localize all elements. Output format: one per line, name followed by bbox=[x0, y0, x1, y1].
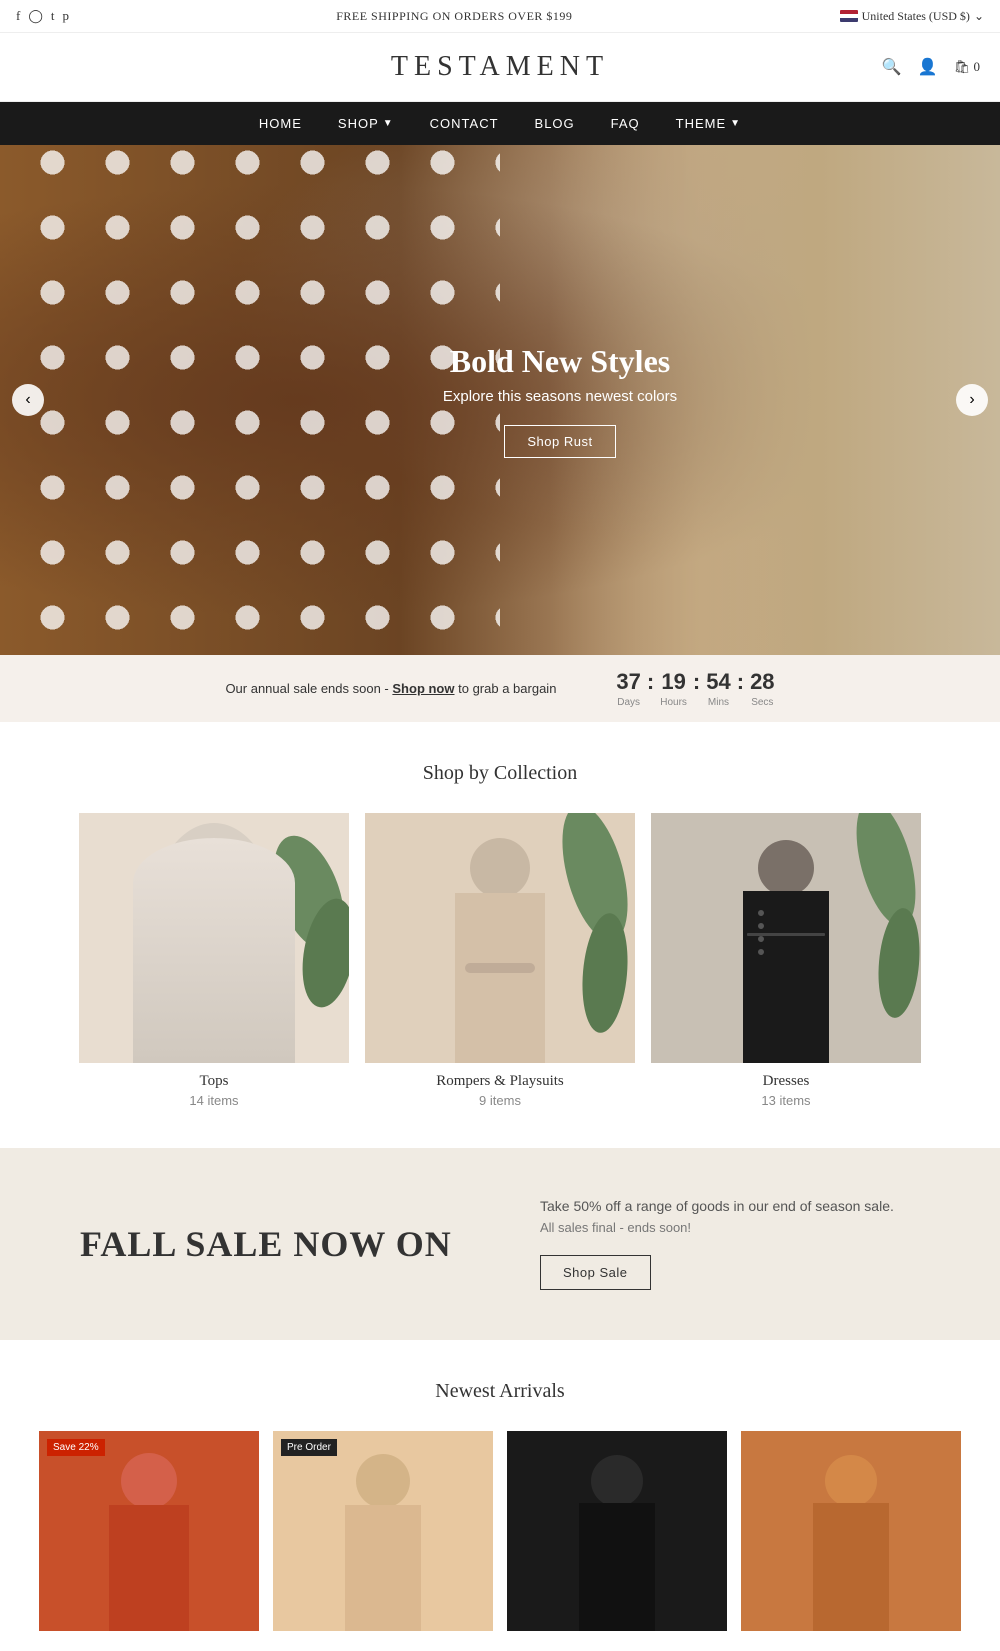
collection-image-dresses bbox=[651, 813, 921, 1063]
collection-image-rompers bbox=[365, 813, 635, 1063]
product-badge-sale-1: Save 22% bbox=[47, 1439, 105, 1456]
hero-next-button[interactable]: › bbox=[956, 384, 988, 416]
newest-arrivals-section: Newest Arrivals Save 22% bbox=[0, 1340, 1000, 1651]
fall-sale-right: Take 50% off a range of goods in our end… bbox=[540, 1198, 920, 1290]
product-card-4[interactable] bbox=[741, 1431, 961, 1631]
collection-count-tops: 14 items bbox=[79, 1093, 349, 1108]
product-card-3[interactable] bbox=[507, 1431, 727, 1631]
instagram-icon[interactable]: ◯ bbox=[28, 8, 43, 24]
flag-icon bbox=[840, 10, 858, 22]
nav-blog[interactable]: BLOG bbox=[535, 102, 575, 145]
hero-title: Bold New Styles bbox=[443, 343, 677, 380]
fall-sale-title: FALL SALE NOW ON bbox=[80, 1223, 460, 1265]
collection-item-dresses[interactable]: Dresses 13 items bbox=[651, 813, 921, 1108]
fall-sale-banner: FALL SALE NOW ON Take 50% off a range of… bbox=[0, 1148, 1000, 1340]
collection-image-tops bbox=[79, 813, 349, 1063]
header-icons: 🔍 👤 🛍 0 bbox=[882, 57, 980, 77]
product-image-2 bbox=[273, 1431, 493, 1631]
hero-content: Bold New Styles Explore this seasons new… bbox=[443, 343, 677, 458]
country-label: United States (USD $) bbox=[862, 9, 970, 24]
cart-count: 0 bbox=[974, 59, 981, 74]
site-logo[interactable]: TESTAMENT bbox=[391, 51, 609, 83]
account-icon[interactable]: 👤 bbox=[918, 57, 938, 77]
nav-contact[interactable]: CONTACT bbox=[430, 102, 499, 145]
fall-sale-description: Take 50% off a range of goods in our end… bbox=[540, 1198, 920, 1214]
product-badge-preorder-2: Pre Order bbox=[281, 1439, 337, 1456]
facebook-icon[interactable]: f bbox=[16, 8, 20, 24]
product-card-1[interactable]: Save 22% bbox=[39, 1431, 259, 1631]
nav-shop[interactable]: SHOP ▼ bbox=[338, 102, 394, 145]
collections-section: Shop by Collection Tops 14 items bbox=[0, 722, 1000, 1148]
social-icons: f ◯ t p bbox=[16, 8, 69, 24]
products-grid: Save 22% Pre Order bbox=[20, 1431, 980, 1631]
product-image-4 bbox=[741, 1431, 961, 1631]
theme-chevron-icon: ▼ bbox=[730, 118, 741, 129]
newest-arrivals-title: Newest Arrivals bbox=[20, 1380, 980, 1403]
collection-count-rompers: 9 items bbox=[365, 1093, 635, 1108]
ticker-message: Our annual sale ends soon - Shop now to … bbox=[225, 681, 556, 696]
shop-chevron-icon: ▼ bbox=[383, 118, 394, 129]
collection-name-dresses: Dresses bbox=[651, 1073, 921, 1090]
shop-now-link[interactable]: Shop now bbox=[392, 681, 454, 696]
collections-title: Shop by Collection bbox=[20, 762, 980, 785]
hero-polka-pattern bbox=[0, 145, 500, 655]
nav-faq[interactable]: FAQ bbox=[611, 102, 640, 145]
fall-sale-cta-button[interactable]: Shop Sale bbox=[540, 1255, 651, 1290]
shipping-notice: FREE SHIPPING ON ORDERS OVER $199 bbox=[336, 9, 572, 24]
hero-subtitle: Explore this seasons newest colors bbox=[443, 388, 677, 405]
collection-count-dresses: 13 items bbox=[651, 1093, 921, 1108]
countdown-days: 37 Days bbox=[616, 669, 640, 708]
collection-name-tops: Tops bbox=[79, 1073, 349, 1090]
countdown-hours: 19 Hours bbox=[660, 669, 687, 708]
country-selector[interactable]: United States (USD $) ⌄ bbox=[840, 9, 984, 24]
main-nav: HOME SHOP ▼ CONTACT BLOG FAQ THEME ▼ bbox=[0, 102, 1000, 145]
fall-sale-subdescription: All sales final - ends soon! bbox=[540, 1220, 920, 1235]
collection-grid: Tops 14 items Rompers & Playsuits 9 item… bbox=[20, 813, 980, 1108]
country-chevron-icon: ⌄ bbox=[974, 9, 984, 24]
hero-banner: ‹ Bold New Styles Explore this seasons n… bbox=[0, 145, 1000, 655]
sale-ticker: Our annual sale ends soon - Shop now to … bbox=[0, 655, 1000, 722]
countdown-sep-1: : bbox=[645, 669, 656, 695]
twitter-icon[interactable]: t bbox=[51, 8, 55, 24]
product-image-3 bbox=[507, 1431, 727, 1631]
collection-name-rompers: Rompers & Playsuits bbox=[365, 1073, 635, 1090]
search-icon[interactable]: 🔍 bbox=[882, 57, 902, 77]
cart-icon[interactable]: 🛍 0 bbox=[954, 59, 980, 75]
countdown-secs: 28 Secs bbox=[750, 669, 774, 708]
ticker-suffix: to grab a bargain bbox=[458, 681, 556, 696]
pinterest-icon[interactable]: p bbox=[63, 8, 70, 24]
collection-item-rompers[interactable]: Rompers & Playsuits 9 items bbox=[365, 813, 635, 1108]
countdown-timer: 37 Days : 19 Hours : 54 Mins : 28 Secs bbox=[616, 669, 774, 708]
top-bar: f ◯ t p FREE SHIPPING ON ORDERS OVER $19… bbox=[0, 0, 1000, 33]
nav-home[interactable]: HOME bbox=[259, 102, 302, 145]
header: TESTAMENT 🔍 👤 🛍 0 bbox=[0, 33, 1000, 102]
product-card-2[interactable]: Pre Order bbox=[273, 1431, 493, 1631]
hero-cta-button[interactable]: Shop Rust bbox=[504, 425, 615, 458]
countdown-mins: 54 Mins bbox=[706, 669, 730, 708]
countdown-sep-2: : bbox=[691, 669, 702, 695]
countdown-sep-3: : bbox=[735, 669, 746, 695]
nav-theme[interactable]: THEME ▼ bbox=[676, 102, 741, 145]
collection-item-tops[interactable]: Tops 14 items bbox=[79, 813, 349, 1108]
hero-prev-button[interactable]: ‹ bbox=[12, 384, 44, 416]
product-image-1 bbox=[39, 1431, 259, 1631]
ticker-text: Our annual sale ends soon - bbox=[225, 681, 388, 696]
